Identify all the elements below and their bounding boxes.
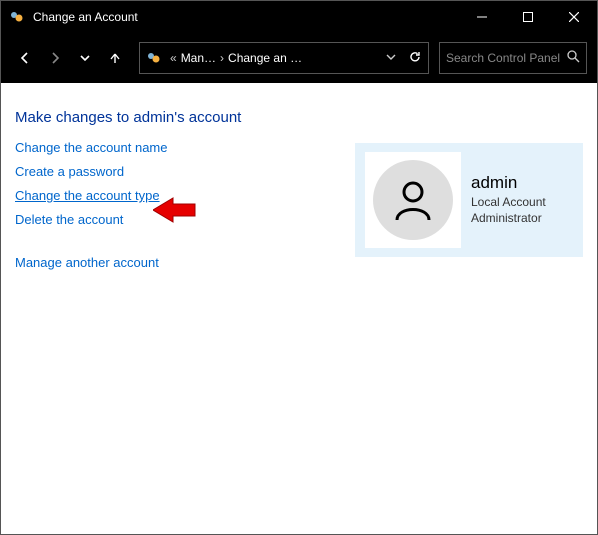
link-create-password[interactable]: Create a password — [15, 164, 124, 179]
avatar — [365, 152, 461, 248]
avatar-placeholder-icon — [373, 160, 453, 240]
window-title: Change an Account — [33, 10, 138, 24]
recent-dropdown[interactable] — [71, 44, 99, 72]
address-icon — [146, 50, 162, 66]
refresh-button[interactable] — [408, 50, 422, 67]
address-dropdown-icon[interactable] — [386, 51, 396, 65]
minimize-button[interactable] — [459, 1, 505, 33]
address-prefix: « — [170, 51, 177, 65]
address-segment-1[interactable]: Man… — [181, 51, 216, 65]
account-name: admin — [471, 173, 546, 193]
back-button[interactable] — [11, 44, 39, 72]
search-box[interactable] — [439, 42, 587, 74]
link-manage-another[interactable]: Manage another account — [15, 255, 159, 270]
up-button[interactable] — [101, 44, 129, 72]
search-icon[interactable] — [567, 50, 580, 66]
navbar: « Man… › Change an … — [1, 33, 597, 83]
titlebar: Change an Account — [1, 1, 597, 33]
search-input[interactable] — [446, 51, 563, 65]
content-area: Make changes to admin's account Change t… — [1, 83, 597, 534]
link-delete-account[interactable]: Delete the account — [15, 212, 123, 227]
account-text: admin Local Account Administrator — [471, 173, 546, 226]
chevron-right-icon: › — [220, 51, 224, 65]
address-segment-2[interactable]: Change an … — [228, 51, 302, 65]
link-change-name[interactable]: Change the account name — [15, 140, 168, 155]
forward-button[interactable] — [41, 44, 69, 72]
app-icon — [9, 9, 25, 25]
account-type: Local Account — [471, 195, 546, 211]
address-bar[interactable]: « Man… › Change an … — [139, 42, 429, 74]
page-heading: Make changes to admin's account — [15, 109, 583, 126]
account-role: Administrator — [471, 211, 546, 227]
account-card: admin Local Account Administrator — [355, 143, 583, 257]
close-button[interactable] — [551, 1, 597, 33]
maximize-button[interactable] — [505, 1, 551, 33]
link-change-type[interactable]: Change the account type — [15, 188, 160, 203]
window-controls — [459, 1, 597, 33]
